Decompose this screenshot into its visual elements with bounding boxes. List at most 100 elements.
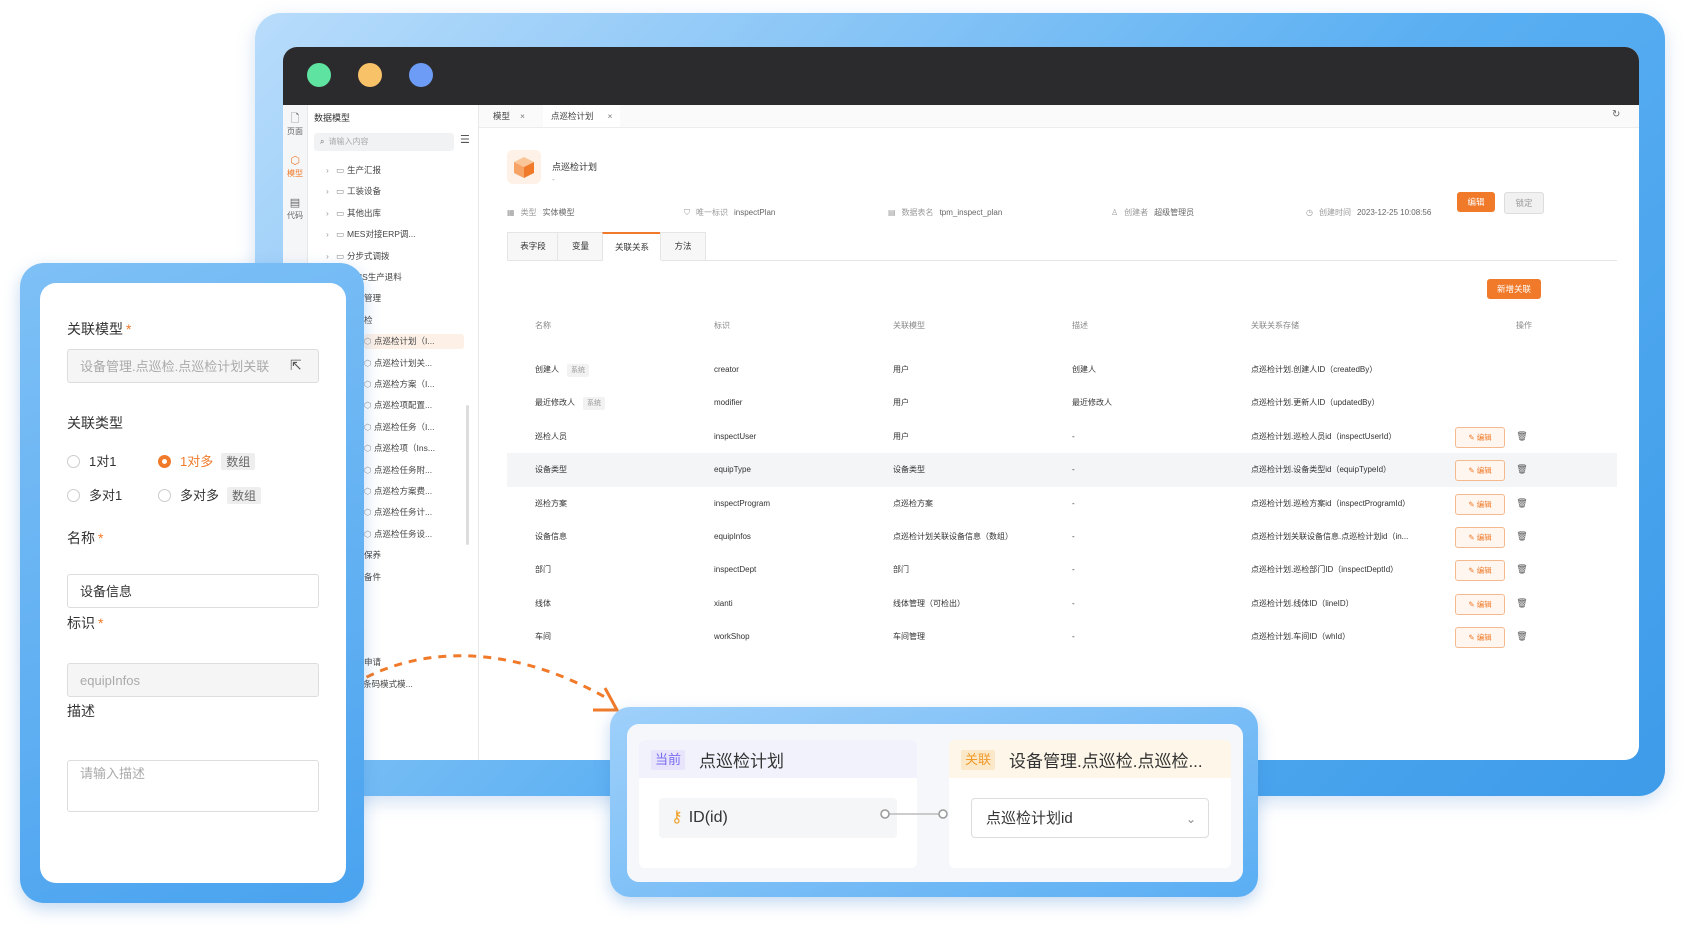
cell-desc: - <box>1072 632 1075 642</box>
folder-icon: ▭ <box>336 165 345 175</box>
tree-node[interactable]: ⬡ 点巡检计划关... <box>364 356 464 371</box>
cell-name: 设备类型 <box>535 465 567 475</box>
open-link-icon[interactable]: ⇱ <box>290 357 302 374</box>
row-edit-button[interactable]: ✎ 编辑 <box>1455 527 1505 548</box>
tree-search-input[interactable]: ⌕ 请输入内容 <box>314 133 454 151</box>
tree-node[interactable]: ⬡ 点巡检任务计... <box>364 505 464 520</box>
row-edit-button[interactable]: ✎ 编辑 <box>1455 493 1505 515</box>
cell-model: 用户 <box>893 431 909 441</box>
cell-id: workShop <box>714 632 750 642</box>
tree-node[interactable]: ⬡ 点巡检方案费... <box>364 484 464 499</box>
radio-many-to-one[interactable]: 多对1 <box>67 485 122 504</box>
related-field-select[interactable]: 点巡检计划id ⌄ <box>971 798 1209 838</box>
mapping-link-line <box>880 809 948 819</box>
radio-one-to-many[interactable]: 1对多 数组 <box>158 451 256 470</box>
cell-name: 线体 <box>535 598 551 608</box>
tab-fields[interactable]: 表字段 <box>507 232 559 260</box>
name-input[interactable]: 设备信息 <box>67 574 319 608</box>
tree-node[interactable]: › ▭ 分步式调拨 <box>326 249 466 264</box>
tree-node[interactable]: ⬡ 点巡检计划（I... <box>364 334 464 350</box>
type-field-label: 关联类型 <box>67 415 123 431</box>
trash-icon[interactable]: 🗑 <box>1513 527 1531 546</box>
close-icon[interactable]: × <box>608 111 613 121</box>
lock-button[interactable]: 锁定 <box>1504 192 1544 214</box>
main-content: 模型 × 点巡检计划 × ↻ 点巡检计划 - 编辑 锁定 ▦ 类型 实体模型 ⛉ 唯一标识… <box>479 105 1639 760</box>
radio-many-to-many[interactable]: 多对多 数组 <box>158 485 262 504</box>
cell-desc: - <box>1072 565 1075 575</box>
edit-button[interactable]: 编辑 <box>1457 192 1495 212</box>
system-tag: 系统 <box>567 364 589 377</box>
tree-collapse-icon[interactable]: ☰ <box>460 133 470 146</box>
add-relation-button[interactable]: 新增关联 <box>1487 279 1541 299</box>
current-model-title: 点巡检计划 <box>699 752 784 771</box>
row-edit-button[interactable]: ✎ 编辑 <box>1455 627 1505 649</box>
tab-variables[interactable]: 变量 <box>557 232 604 260</box>
tab-methods[interactable]: 方法 <box>660 232 706 260</box>
rail-item-code[interactable]: ▤ 代码 <box>283 197 307 221</box>
tree-scrollbar[interactable] <box>466 405 469 545</box>
tree-node[interactable]: ⬡ 点巡检项配置... <box>364 398 464 413</box>
folder-icon: ▭ <box>336 229 345 240</box>
description-field-label: 描述 <box>67 703 95 719</box>
window-dot-yellow[interactable] <box>358 63 382 87</box>
close-icon[interactable]: × <box>520 111 525 121</box>
code-icon: ▤ <box>289 197 301 209</box>
row-edit-button[interactable]: ✎ 编辑 <box>1455 426 1505 448</box>
identifier-field-label: 标识 * <box>67 615 104 631</box>
table-row: 部门 inspectDept 部门 - 点巡检计划.巡检部门ID（inspectDept… <box>507 553 1617 587</box>
trash-icon[interactable]: 🗑 <box>1513 494 1531 513</box>
pencil-icon: ✎ <box>1468 432 1477 442</box>
refresh-icon[interactable]: ↻ <box>1612 109 1620 120</box>
table-row: 车间 workShop 车间管理 - 点巡检计划.车间ID（whId） ✎ 编辑 🗑 <box>507 620 1617 654</box>
trash-icon[interactable]: 🗑 <box>1513 460 1531 479</box>
table-icon: ▤ <box>888 208 896 217</box>
table-row: 巡检方案 inspectProgram 点巡检方案 - 点巡检计划.巡检方案id（ins… <box>507 487 1617 521</box>
tab-relations[interactable]: 关联关系 <box>602 232 662 261</box>
tab-inspect-plan[interactable]: 点巡检计划 × <box>543 105 621 127</box>
trash-icon[interactable]: 🗑 <box>1513 560 1531 579</box>
row-edit-button[interactable]: ✎ 编辑 <box>1455 593 1505 615</box>
window-dot-blue[interactable] <box>409 63 433 87</box>
tree-node[interactable]: › ▭ 其他出库 <box>326 206 466 221</box>
cell-id: inspectDept <box>714 565 757 575</box>
trash-icon[interactable]: 🗑 <box>1513 427 1531 446</box>
col-header-storage: 关联关系存储 <box>1251 321 1299 330</box>
tree-node[interactable]: › ▭ 工装设备 <box>326 184 466 199</box>
tree-node[interactable]: ⬡ 点巡检方案（I... <box>364 377 464 392</box>
cell-storage: 点巡检计划.更新人ID（updatedBy） <box>1251 398 1380 408</box>
current-field: ⚷ ID(id) <box>659 798 897 838</box>
tree-node[interactable]: ⬡ 点巡检任务设... <box>364 527 464 542</box>
row-edit-button[interactable]: ✎ 编辑 <box>1455 460 1505 482</box>
cell-name: 巡检方案 <box>535 498 567 508</box>
related-model-input[interactable]: 设备管理.点巡检.点巡检计划关联 <box>67 349 319 383</box>
tab-model[interactable]: 模型 × <box>487 105 531 127</box>
related-tag: 关联 <box>961 750 996 770</box>
cell-name: 创建人 系统 <box>535 353 589 387</box>
tree-node[interactable]: ⬡ 点巡检项（Ins... <box>364 441 464 456</box>
trash-icon[interactable]: 🗑 <box>1513 627 1531 646</box>
rail-item-model[interactable]: ⬡ 模型 <box>283 155 307 179</box>
radio-one-to-one[interactable]: 1对1 <box>67 451 116 470</box>
rail-item-page[interactable]: 🗋 页面 <box>283 113 307 137</box>
cell-model: 点巡检计划关联设备信息（数组） <box>893 532 1013 541</box>
identifier-input[interactable]: equipInfos <box>67 663 319 697</box>
chevron-down-icon: ⌄ <box>1185 812 1196 826</box>
col-header-name: 名称 <box>535 321 551 330</box>
cell-id: inspectUser <box>714 431 757 441</box>
field-mapping: 当前 点巡检计划 ⚷ ID(id) 关联 设备管理.点巡检.点巡检... 点巡检计… <box>627 724 1243 882</box>
model-subtitle: - <box>552 175 555 184</box>
current-tag: 当前 <box>651 750 686 770</box>
trash-icon[interactable]: 🗑 <box>1513 594 1531 613</box>
tree-node[interactable]: › ▭ 生产汇报 <box>326 163 466 178</box>
row-edit-button[interactable]: ✎ 编辑 <box>1455 560 1505 582</box>
model-field-label: 关联模型 * <box>67 321 132 337</box>
description-textarea[interactable]: 请输入描述 <box>67 760 319 812</box>
cell-id: xianti <box>714 598 733 608</box>
relation-form: 关联模型 * 设备管理.点巡检.点巡检计划关联 ⇱ 关联类型 1对1 1对多 数组 … <box>40 283 346 883</box>
tree-node[interactable]: › ▭ MES对接ERP调... <box>326 227 466 242</box>
tree-node[interactable]: ⬡ 点巡检任务附... <box>364 463 464 478</box>
tree-node[interactable]: ⬡ 点巡检任务（I... <box>364 420 464 435</box>
table-row: 线体 xianti 线体管理（可检出） - 点巡检计划.线体ID（lineID） ✎ 编辑… <box>507 587 1617 621</box>
pencil-icon: ✎ <box>1468 499 1477 509</box>
window-dot-green[interactable] <box>307 63 331 87</box>
